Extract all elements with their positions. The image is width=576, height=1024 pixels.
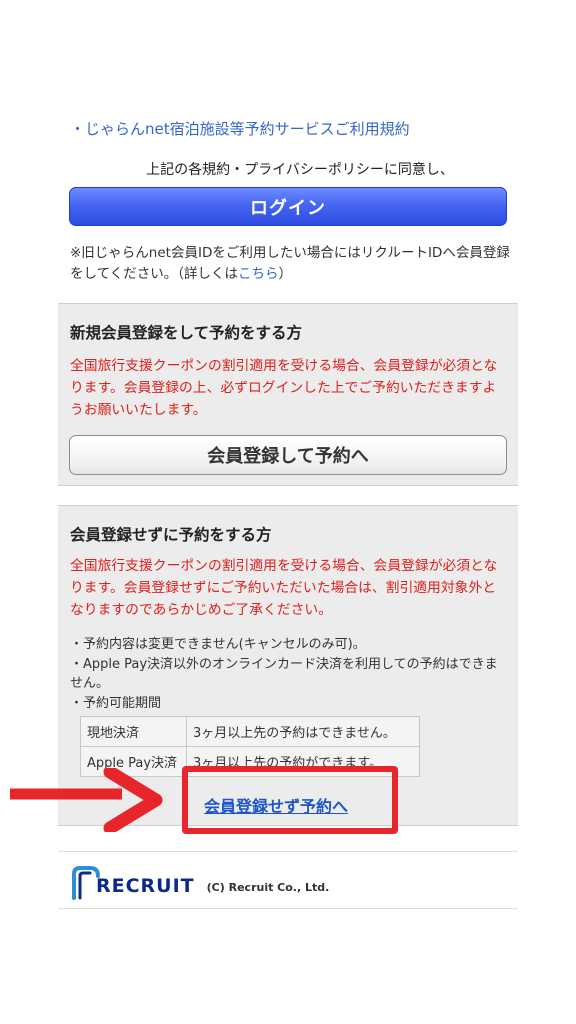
footer: RECRUIT (C) Recruit Co., Ltd. [70, 866, 329, 900]
member-reservation-section: 新規会員登録をして予約をする方 全国旅行支援クーポンの割引適用を受ける場合、会員… [58, 303, 518, 486]
reservation-login-page: ・じゃらんnet宿泊施設等予約サービスご利用規約 上記の各規約・プライバシーポリ… [0, 0, 576, 1024]
coupon-warning: 全国旅行支援クーポンの割引適用を受ける場合、会員登録が必須となります。会員登録の… [70, 358, 498, 418]
agreement-text: 上記の各規約・プライバシーポリシーに同意し、 [146, 162, 454, 178]
note-item: ・予約可能期間 [70, 695, 162, 711]
details-link[interactable]: こちら [238, 266, 279, 282]
footer-divider-top [58, 851, 518, 852]
note-item: ・予約内容は変更できません(キャンセルのみ可)。 [70, 637, 366, 652]
login-button[interactable]: ログイン [69, 187, 507, 226]
note-item: ・Apple Pay決済以外のオンラインカード決済を利用しての予約はできません。 [70, 656, 498, 692]
old-id-note: ※旧じゃらんnet会員IDをご利用したい場合にはリクルートIDへ会員登録をしてく… [70, 243, 510, 285]
payment-method-cell: 現地決済 [80, 716, 187, 747]
recruit-logo-text: RECRUIT [96, 875, 195, 897]
table-row: 現地決済 3ヶ月以上先の予約はできません。 [80, 716, 420, 747]
section-title: 新規会員登録をして予約をする方 [70, 324, 303, 342]
copyright-text: (C) Recruit Co., Ltd. [206, 880, 330, 894]
old-id-note-suffix: ） [278, 266, 292, 282]
terms-link-label: じゃらんnet宿泊施設等予約サービスご利用規約 [85, 120, 410, 138]
right-arrow-icon [10, 768, 163, 832]
register-and-reserve-button[interactable]: 会員登録して予約へ [69, 435, 507, 475]
section-title: 会員登録せずに予約をする方 [70, 526, 272, 544]
period-rule-cell: 3ヶ月以上先の予約はできません。 [186, 716, 420, 747]
guest-notes: ・予約内容は変更できません(キャンセルのみ可)。 ・Apple Pay決済以外の… [70, 635, 510, 713]
footer-divider-bottom [58, 908, 518, 909]
bullet: ・ [70, 120, 86, 138]
highlight-box [182, 766, 398, 834]
terms-of-service-link[interactable]: ・じゃらんnet宿泊施設等予約サービスご利用規約 [70, 118, 410, 139]
coupon-warning: 全国旅行支援クーポンの割引適用を受ける場合、会員登録が必須となります。会員登録せ… [70, 558, 498, 618]
